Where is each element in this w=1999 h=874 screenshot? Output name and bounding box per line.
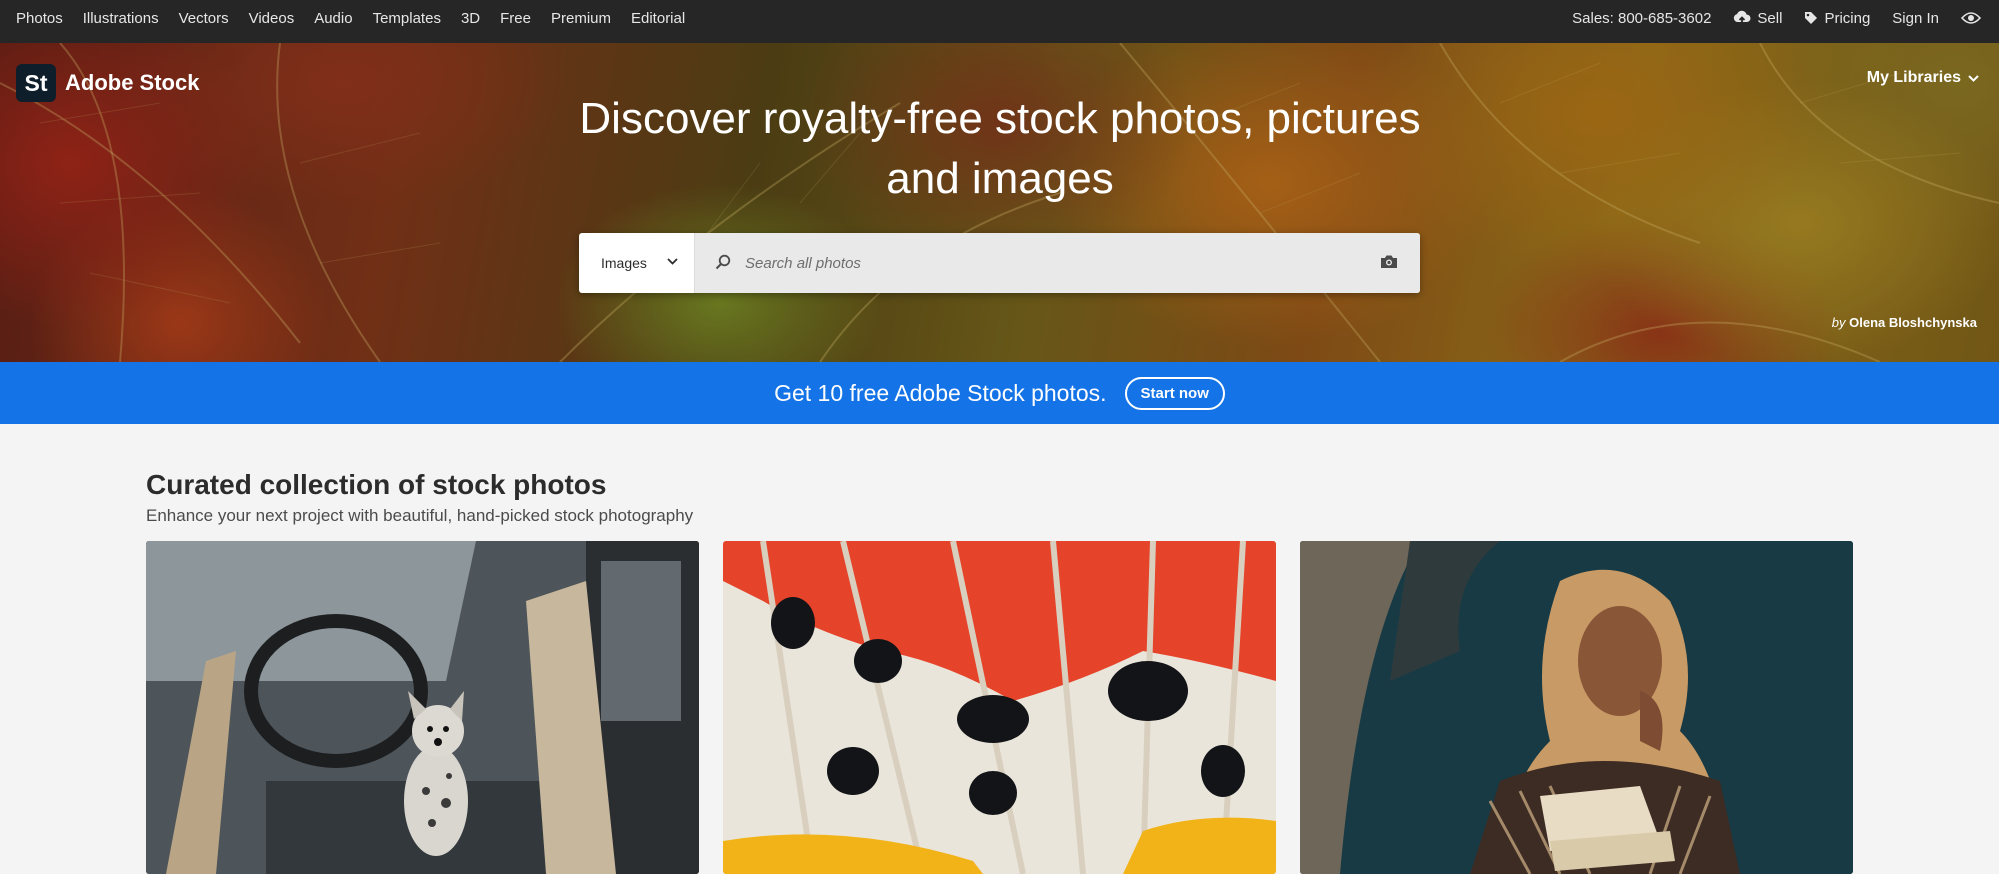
search-field (695, 233, 1420, 293)
nav-link-editorial[interactable]: Editorial (631, 10, 685, 27)
view-toggle[interactable] (1961, 11, 1987, 25)
hero-banner: St Adobe Stock My Libraries Discover roy… (0, 43, 1999, 362)
start-now-button[interactable]: Start now (1124, 376, 1225, 410)
category-nav: Photos Illustrations Vectors Videos Audi… (16, 0, 705, 36)
asset-type-dropdown[interactable]: Images (579, 233, 695, 293)
promo-text: Get 10 free Adobe Stock photos. (774, 379, 1107, 406)
pricing-label: Pricing (1824, 9, 1871, 27)
photo-card-dog-in-car[interactable] (146, 541, 699, 874)
promo-banner: Get 10 free Adobe Stock photos. Start no… (0, 362, 1999, 424)
logo-mark: St (16, 64, 56, 102)
tag-icon (1805, 12, 1818, 24)
sales-phone: Sales: 800-685-3602 (1572, 9, 1712, 27)
nav-link-photos[interactable]: Photos (16, 10, 63, 27)
upload-cloud-icon (1734, 10, 1751, 24)
pricing-link[interactable]: Pricing (1804, 10, 1870, 27)
nav-link-premium[interactable]: Premium (551, 10, 611, 27)
adobe-stock-logo[interactable]: St Adobe Stock (16, 64, 199, 102)
chevron-down-icon (667, 258, 678, 265)
photo-card-butterfly-wing[interactable] (723, 541, 1276, 874)
asset-type-value: Images (601, 255, 647, 271)
woman-with-books-image (1300, 541, 1853, 874)
nav-link-audio[interactable]: Audio (314, 10, 352, 27)
dog-in-car-image (146, 541, 699, 874)
nav-link-videos[interactable]: Videos (249, 10, 295, 27)
top-nav: Photos Illustrations Vectors Videos Audi… (0, 0, 1999, 43)
headline-line-1: Discover royalty-free stock photos, pict… (579, 94, 1421, 143)
search-bar: Images (579, 233, 1420, 293)
headline-line-2: and images (886, 154, 1114, 203)
eye-icon (1961, 12, 1981, 24)
my-libraries-menu[interactable]: My Libraries (1867, 69, 1979, 87)
account-nav: Sales: 800-685-3602 Sell Pricing Sign In (1572, 0, 1987, 36)
nav-link-templates[interactable]: Templates (373, 10, 441, 27)
my-libraries-label: My Libraries (1866, 69, 1961, 86)
hero-headline: Discover royalty-free stock photos, pict… (560, 89, 1440, 209)
photo-card-woman-with-books[interactable] (1300, 541, 1853, 874)
chevron-down-icon (1968, 74, 1979, 82)
butterfly-wing-image (723, 541, 1276, 874)
sell-label: Sell (1757, 9, 1783, 27)
logo-name: Adobe Stock (65, 70, 200, 95)
nav-link-free[interactable]: Free (500, 10, 531, 27)
search-input[interactable] (745, 249, 1345, 277)
nav-link-3d[interactable]: 3D (461, 10, 480, 27)
nav-link-vectors[interactable]: Vectors (179, 10, 229, 27)
section-subtitle: Enhance your next project with beautiful… (146, 506, 694, 525)
section-title: Curated collection of stock photos (146, 469, 607, 500)
credit-by: by (1831, 315, 1846, 330)
search-icon (715, 254, 731, 270)
camera-icon[interactable] (1380, 254, 1398, 269)
nav-link-illustrations[interactable]: Illustrations (83, 10, 159, 27)
credit-author[interactable]: Olena Bloshchynska (1849, 315, 1977, 330)
sell-link[interactable]: Sell (1733, 10, 1782, 27)
sign-in-link[interactable]: Sign In (1892, 10, 1939, 27)
image-credit: by Olena Bloshchynska (1832, 315, 1977, 330)
